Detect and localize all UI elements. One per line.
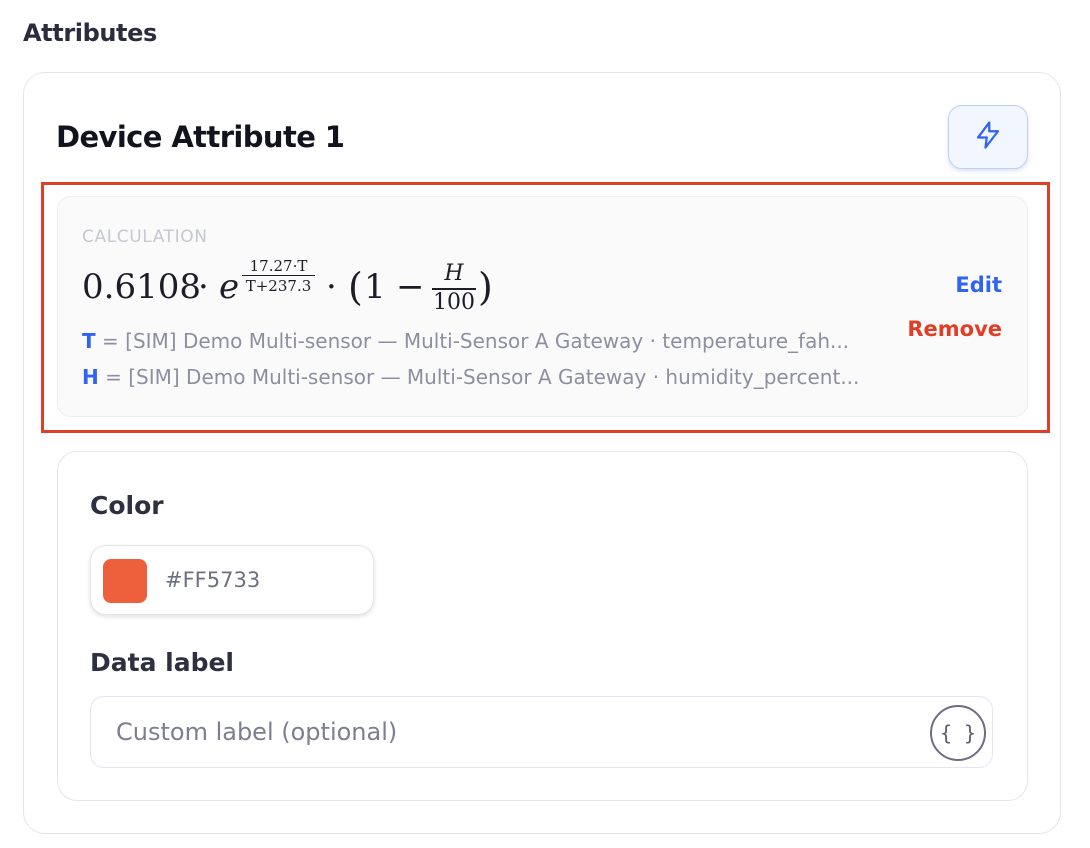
variable-symbol: T — [82, 329, 96, 353]
color-picker[interactable]: #FF5733 — [90, 545, 374, 615]
edit-calculation-link[interactable]: Edit — [955, 273, 1002, 297]
variable-source: [SIM] Demo Multi-sensor — Multi-Sensor A… — [128, 365, 860, 389]
formula-dot: · — [198, 267, 209, 307]
formula-one: 1 — [364, 267, 386, 307]
variable-equals: = — [98, 365, 129, 389]
braces-icon: { } — [939, 721, 977, 745]
variable-source: [SIM] Demo Multi-sensor — Multi-Sensor A… — [125, 329, 850, 353]
template-variable-button[interactable]: { } — [930, 705, 986, 761]
attribute-title: Device Attribute 1 — [56, 120, 345, 154]
section-title: Attributes — [23, 19, 157, 47]
formula-fraction-denominator: 100 — [433, 290, 475, 315]
formula-minus: − — [396, 267, 425, 307]
color-swatch[interactable] — [103, 559, 147, 603]
formula-base: e — [219, 267, 240, 307]
variable-symbol: H — [82, 365, 99, 389]
remove-calculation-link[interactable]: Remove — [907, 317, 1002, 341]
formula-coefficient: 0.6108 — [82, 267, 201, 307]
formula-close-paren: ) — [478, 265, 493, 309]
formula-exponent-numerator: 17.27·T — [249, 257, 308, 275]
formula-dot: · — [326, 267, 337, 307]
data-label-input[interactable] — [90, 696, 993, 768]
data-label-heading: Data label — [90, 648, 235, 677]
variable-equals: = — [95, 329, 126, 353]
formula-fraction-numerator: H — [444, 261, 464, 286]
calculation-formula: 0.6108 · e 17.27·T T+237.3 · ( 1 − H 100… — [82, 255, 522, 315]
formula-open-paren: ( — [348, 265, 363, 309]
quick-action-button[interactable] — [948, 105, 1028, 169]
formula-exponent-denominator: T+237.3 — [245, 277, 312, 295]
lightning-bolt-icon — [973, 120, 1003, 154]
variable-mapping-t: T = [SIM] Demo Multi-sensor — Multi-Sens… — [82, 329, 849, 353]
formula-exponent-bar — [242, 275, 315, 276]
calculation-heading: CALCULATION — [82, 227, 208, 247]
variable-mapping-h: H = [SIM] Demo Multi-sensor — Multi-Sens… — [82, 365, 859, 389]
color-hex-value: #FF5733 — [165, 568, 261, 592]
color-label: Color — [90, 491, 164, 520]
